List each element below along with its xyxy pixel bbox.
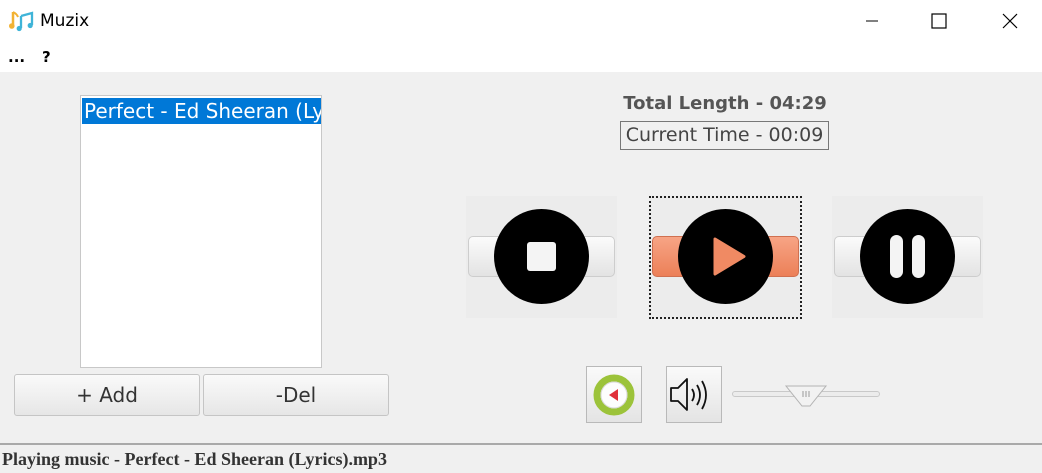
maximize-button[interactable] [916,0,962,42]
window-title: Muzix [40,11,90,31]
music-note-icon [9,11,34,32]
title-bar: Muzix [0,0,1042,42]
maximize-icon [931,13,947,29]
delete-button[interactable]: -Del [203,374,389,416]
volume-slider[interactable] [732,384,880,408]
close-button[interactable] [987,0,1033,42]
stop-icon [527,242,556,271]
menu-bar: ... ? [0,42,1042,72]
minimize-icon [866,20,878,22]
playlist-listbox[interactable]: Perfect - Ed Sheeran (Lyrics) [80,95,322,368]
pause-button[interactable] [832,196,983,318]
status-bar: Playing music - Perfect - Ed Sheeran (Ly… [0,443,1042,473]
pause-button-circle [860,209,955,304]
status-text: Playing music - Perfect - Ed Sheeran (Ly… [2,449,387,469]
pause-icon [890,235,925,278]
mute-button[interactable] [666,366,722,423]
add-button[interactable]: + Add [14,374,200,416]
menu-item-more[interactable]: ... [8,48,25,66]
menu-item-help[interactable]: ? [42,48,51,66]
speaker-icon [670,378,707,411]
previous-track-icon [593,374,635,416]
playlist-item[interactable]: Perfect - Ed Sheeran (Lyrics) [82,98,321,124]
play-focus-frame [649,196,802,319]
previous-button[interactable] [586,366,642,423]
stop-button-circle [494,209,589,304]
close-icon [1002,13,1018,29]
volume-thumb[interactable] [784,384,828,408]
stop-button[interactable] [466,196,617,318]
current-time-label: Current Time - 00:09 [620,121,829,150]
minimize-button[interactable] [849,0,895,42]
total-length-label: Total Length - 04:29 [623,93,827,114]
